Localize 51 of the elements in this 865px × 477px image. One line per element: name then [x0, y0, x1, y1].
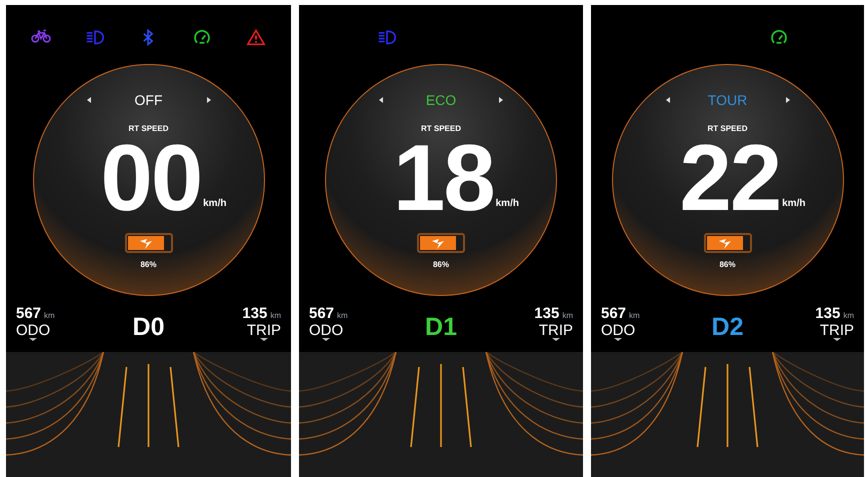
gear-indicator: D0 [132, 315, 164, 340]
unit-label: km [337, 312, 348, 320]
caret-down-icon[interactable] [832, 338, 841, 342]
right-triangle-icon[interactable] [786, 97, 790, 104]
speed-value: 22 [680, 135, 780, 222]
odo-label: ODO [309, 323, 344, 338]
right-triangle-icon[interactable] [499, 97, 503, 104]
speed-unit: km/h [782, 197, 806, 212]
trip-value: 135 [242, 306, 268, 322]
speed-label: RT SPEED [707, 125, 748, 134]
battery-percent: 86% [432, 259, 449, 272]
left-triangle-icon[interactable] [379, 97, 383, 104]
odo-label: ODO [601, 323, 636, 338]
gear-indicator: D1 [425, 315, 457, 340]
speed-unit: km/h [203, 197, 226, 212]
unit-label: km [270, 312, 281, 320]
lightning-bolt-icon [140, 238, 152, 249]
speed-label: RT SPEED [128, 125, 168, 134]
caret-down-icon[interactable] [614, 338, 622, 342]
trip-value: 135 [815, 306, 840, 322]
lightning-bolt-icon [718, 238, 731, 249]
odo-value: 567 [16, 306, 42, 322]
ride-mode: OFF [134, 93, 164, 108]
trip-label: TRIP [820, 323, 854, 338]
unit-label: km [629, 312, 640, 320]
odo-value: 567 [601, 306, 626, 322]
speed-label: RT SPEED [420, 125, 461, 134]
trip-label: TRIP [538, 323, 573, 338]
left-triangle-icon[interactable] [666, 97, 670, 104]
caret-down-icon[interactable] [29, 338, 38, 342]
speed-unit: km/h [496, 197, 519, 212]
caret-down-icon[interactable] [322, 338, 330, 342]
trip-label: TRIP [246, 323, 281, 338]
speed-value: 00 [100, 135, 202, 222]
unit-label: km [44, 312, 55, 320]
odo-value: 567 [309, 306, 334, 322]
left-triangle-icon[interactable] [86, 97, 90, 104]
gear-indicator: D2 [712, 315, 744, 340]
right-triangle-icon[interactable] [206, 97, 210, 104]
unit-label: km [843, 312, 854, 320]
unit-label: km [562, 312, 573, 320]
lightning-bolt-icon [432, 238, 444, 249]
speed-value: 18 [393, 135, 494, 222]
ride-mode: TOUR [706, 93, 748, 108]
trip-value: 135 [534, 306, 560, 322]
ride-mode: ECO [424, 93, 458, 108]
caret-down-icon[interactable] [552, 338, 560, 342]
caret-down-icon[interactable] [260, 338, 268, 342]
battery-percent: 86% [719, 259, 736, 272]
battery-percent: 86% [140, 259, 156, 272]
odo-label: ODO [16, 323, 50, 338]
